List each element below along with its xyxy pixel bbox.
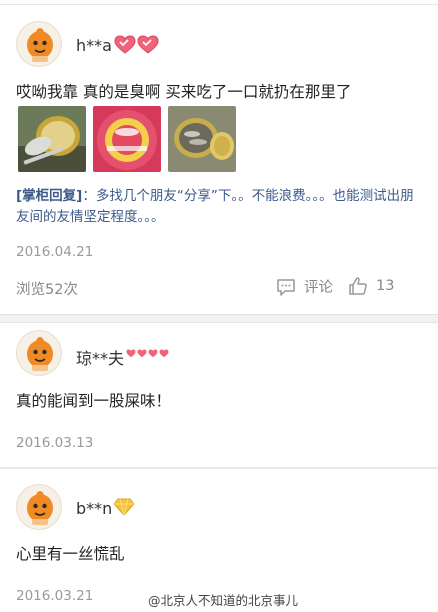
review-card: h**a 哎呦我靠 真的是臭啊 买来吃了一口就扔在那里了 [掌柜回复]：多找几个… [0, 0, 438, 318]
view-count: 浏览52次 [16, 278, 78, 299]
watermark: @北京人不知道的北京事儿 [148, 593, 299, 608]
opened-can-image [18, 106, 86, 172]
diamond-icon [113, 498, 135, 516]
avatar[interactable] [16, 330, 62, 376]
avatar-mascot-icon [27, 28, 53, 62]
review-card: 琼**夫 真的能闻到一股屎味！ 2016.03.13 [0, 323, 438, 465]
username[interactable]: b**n [76, 499, 112, 518]
view-count-label: 浏览52次 [16, 282, 78, 298]
review-text: 心里有一丝慌乱 [16, 545, 125, 563]
avatar-mascot-icon [27, 337, 53, 371]
seller-reply-tag: [掌柜回复] [16, 188, 83, 204]
avatar-mascot-icon [27, 491, 53, 525]
heart-icon [137, 35, 159, 54]
review-photo[interactable] [18, 106, 86, 172]
comment-icon [277, 278, 295, 296]
review-text: 真的能闻到一股屎味！ [16, 392, 172, 410]
username[interactable]: 琼**夫 [76, 345, 124, 369]
review-text: 哎呦我靠 真的是臭啊 买来吃了一口就扔在那里了 [16, 83, 352, 101]
seller-reply: [掌柜回复]：多找几个朋友“分享”下。。不能浪费。。。也能测试出朋友间的友情坚定… [16, 186, 426, 228]
like-button[interactable]: 13 [348, 276, 394, 296]
diamond-badge [113, 498, 135, 516]
small-hearts-badge [126, 349, 169, 358]
comment-label: 评论 [304, 280, 333, 296]
thumbs-up-icon [349, 277, 367, 295]
heart-icon [159, 349, 169, 358]
tin-label-image [93, 106, 161, 172]
heart-icon [148, 349, 158, 358]
avatar[interactable] [16, 21, 62, 67]
section-separator [0, 314, 438, 323]
review-photo[interactable] [93, 106, 161, 172]
section-separator [0, 467, 438, 469]
review-photo[interactable] [168, 106, 236, 172]
like-count: 13 [376, 278, 395, 294]
herring-can-image [168, 106, 236, 172]
review-date: 2016.03.21 [16, 588, 94, 604]
heart-icon [114, 35, 136, 54]
review-date: 2016.03.13 [16, 435, 94, 451]
comment-button[interactable]: 评论 [276, 276, 333, 297]
heart-badge [114, 35, 159, 55]
username[interactable]: h**a [76, 36, 112, 55]
heart-icon [137, 349, 147, 358]
review-date: 2016.04.21 [16, 244, 94, 260]
heart-icon [126, 349, 136, 358]
avatar[interactable] [16, 484, 62, 530]
